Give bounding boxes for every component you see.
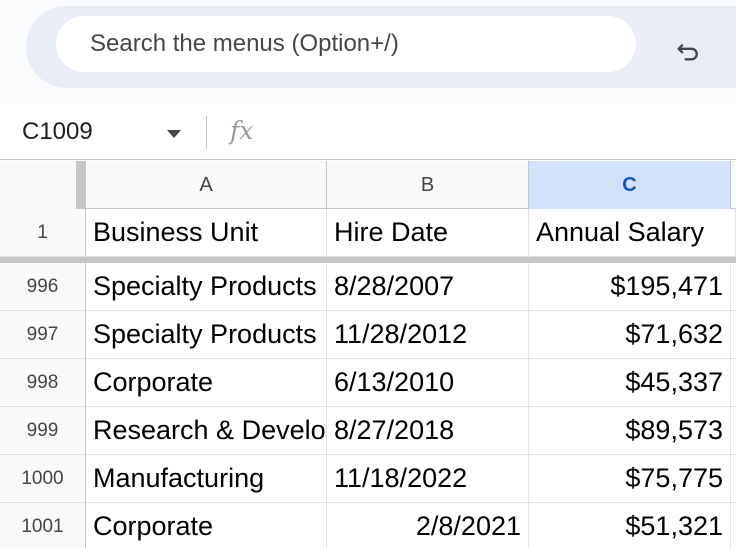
row-header[interactable]: 1 (0, 209, 86, 256)
cell-a1[interactable]: Business Unit (86, 209, 327, 256)
column-header-c[interactable]: C (529, 161, 731, 209)
row-header[interactable]: 998 (0, 359, 86, 406)
cell-business-unit[interactable]: Specialty Products (86, 311, 327, 358)
table-row: 999 Research & Development 8/27/2018 $89… (0, 407, 736, 455)
spreadsheet-grid: A B C 1 Business Unit Hire Date Annual S… (0, 161, 736, 548)
cell-hire-date[interactable]: 6/13/2010 (327, 359, 529, 406)
table-row: 1001 Corporate 2/8/2021 $51,321 (0, 503, 736, 548)
column-header-label: A (199, 173, 213, 196)
row-header[interactable]: 1001 (0, 503, 86, 548)
table-row: 998 Corporate 6/13/2010 $45,337 (0, 359, 736, 407)
cell-hire-date[interactable]: 11/28/2012 (327, 311, 529, 358)
formula-bar: C1009 fx (0, 104, 736, 160)
table-row: 1 Business Unit Hire Date Annual Salary (0, 209, 736, 257)
row-header[interactable]: 997 (0, 311, 86, 358)
cell-annual-salary[interactable]: $195,471 (529, 263, 731, 310)
formula-bar-divider (206, 116, 207, 150)
row-header[interactable]: 1000 (0, 455, 86, 502)
row-header[interactable]: 996 (0, 263, 86, 310)
cell-business-unit[interactable]: Research & Development (86, 407, 327, 454)
cell-hire-date[interactable]: 11/18/2022 (327, 455, 529, 502)
fx-icon: fx (230, 116, 254, 145)
top-toolbar: Search the menus (Option+/) (0, 0, 736, 104)
cell-business-unit[interactable]: Specialty Products (86, 263, 327, 310)
cell-hire-date[interactable]: 2/8/2021 (327, 503, 529, 548)
cell-business-unit[interactable]: Corporate (86, 359, 327, 406)
cell-annual-salary[interactable]: $45,337 (529, 359, 731, 406)
cell-annual-salary[interactable]: $51,321 (529, 503, 731, 548)
table-row: 1000 Manufacturing 11/18/2022 $75,775 (0, 455, 736, 503)
cell-hire-date[interactable]: 8/28/2007 (327, 263, 529, 310)
cell-b1[interactable]: Hire Date (327, 209, 529, 256)
column-header-label: B (420, 173, 435, 196)
column-header-row: A B C (0, 161, 736, 209)
menu-search-placeholder: Search the menus (Option+/) (90, 30, 399, 57)
cell-annual-salary[interactable]: $89,573 (529, 407, 731, 454)
column-header-label: C (622, 173, 637, 196)
undo-icon[interactable] (674, 36, 702, 64)
freeze-column-handle[interactable] (76, 161, 85, 209)
menu-search-input[interactable]: Search the menus (Option+/) (56, 16, 636, 72)
select-all-corner[interactable] (0, 161, 86, 209)
cell-hire-date[interactable]: 8/27/2018 (327, 407, 529, 454)
name-box[interactable]: C1009 (22, 118, 93, 146)
cell-annual-salary[interactable]: $75,775 (529, 455, 731, 502)
cell-business-unit[interactable]: Corporate (86, 503, 327, 548)
table-row: 997 Specialty Products 11/28/2012 $71,63… (0, 311, 736, 359)
column-header-b[interactable]: B (327, 161, 529, 209)
cell-annual-salary[interactable]: $71,632 (529, 311, 731, 358)
row-header[interactable]: 999 (0, 407, 86, 454)
cell-c1[interactable]: Annual Salary (529, 209, 736, 256)
table-row: 996 Specialty Products 8/28/2007 $195,47… (0, 263, 736, 311)
chevron-down-icon[interactable] (165, 128, 183, 140)
cell-business-unit[interactable]: Manufacturing (86, 455, 327, 502)
column-header-a[interactable]: A (86, 161, 327, 209)
